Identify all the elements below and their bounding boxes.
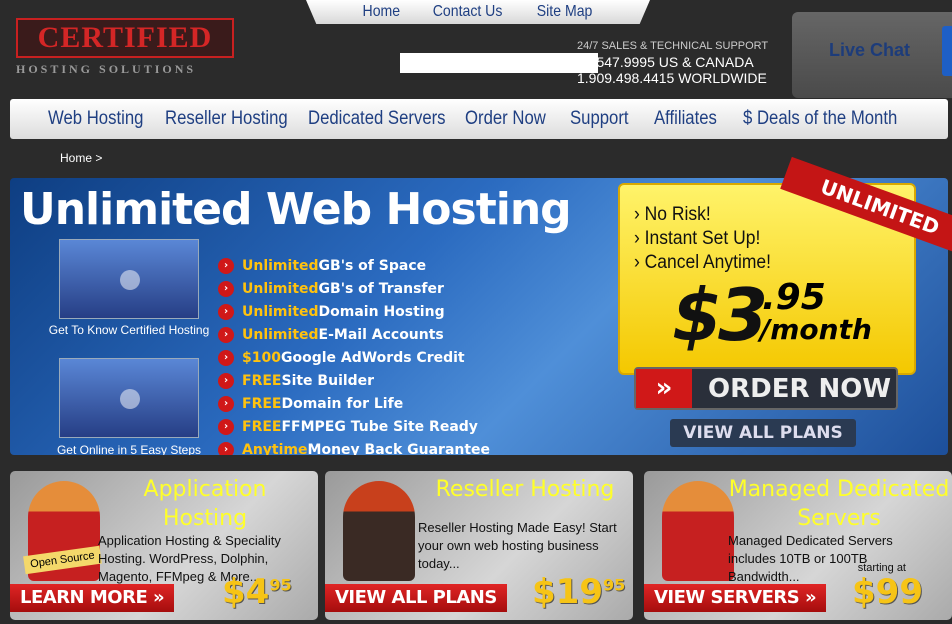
feature-item: › FREE FFMPEG Tube Site Ready <box>218 415 490 438</box>
feature-item: › FREE Site Builder <box>218 369 490 392</box>
card-title: Reseller Hosting <box>435 477 615 502</box>
view-servers-button[interactable]: VIEW SERVERS » <box>644 584 827 612</box>
logo[interactable]: CERTIFIED HOSTING SOLUTIONS <box>16 18 234 80</box>
order-now-button[interactable]: » ORDER NOW <box>634 367 898 410</box>
support-label: 24/7 SALES & TECHNICAL SUPPORT <box>577 40 769 52</box>
top-link-sitemap[interactable]: Site Map <box>537 3 593 21</box>
video-caption[interactable]: Get Online in 5 Easy Steps <box>44 442 214 455</box>
nav-reseller-hosting[interactable]: Reseller Hosting <box>165 108 294 130</box>
nav-affiliates[interactable]: Affiliates <box>654 108 736 130</box>
card-title: Application Hosting <box>143 477 267 531</box>
phone-world: 1.909.498.4415 WORLDWIDE <box>577 70 767 86</box>
card-application-hosting: Open Source Application Hosting Applicat… <box>10 471 318 620</box>
feature-item: › FREE Domain for Life <box>218 392 490 415</box>
redaction-box <box>400 53 598 73</box>
nav-dedicated-servers[interactable]: Dedicated Servers <box>308 108 450 130</box>
promo-price: $3 <box>672 273 768 357</box>
card-reseller-hosting: Reseller Hosting Reseller Hosting Made E… <box>325 471 633 620</box>
arrow-bullet-icon: › <box>218 418 234 435</box>
play-icon <box>120 270 140 290</box>
arrow-bullet-icon: › <box>218 326 234 343</box>
arrow-bullet-icon: › <box>218 257 234 274</box>
nav-deals[interactable]: $ Deals of the Month <box>743 108 897 130</box>
play-icon <box>120 389 140 409</box>
arrow-bullet-icon: › <box>218 349 234 366</box>
arrow-bullet-icon: › <box>218 395 234 412</box>
feature-item: › Unlimited GB's of Space <box>218 254 490 277</box>
video-thumbnail[interactable] <box>59 239 199 319</box>
arrow-bullet-icon: › <box>218 280 234 297</box>
main-nav: Web Hosting Reseller Hosting Dedicated S… <box>10 99 948 139</box>
card-price: $495 <box>222 572 292 612</box>
card-title: Managed Dedicated Servers <box>728 477 950 531</box>
mascot-illustration <box>343 481 415 581</box>
logo-subtitle: HOSTING SOLUTIONS <box>16 62 197 76</box>
top-link-contact[interactable]: Contact Us <box>433 3 503 21</box>
live-chat-button[interactable]: Live Chat <box>792 12 952 98</box>
card-price: $1995 <box>532 572 626 612</box>
double-chevron-icon: » <box>636 369 692 408</box>
video-caption[interactable]: Get To Know Certified Hosting <box>44 322 214 339</box>
feature-list: › Unlimited GB's of Space › Unlimited GB's … <box>218 254 490 455</box>
feature-item: › Unlimited E-Mail Accounts <box>218 323 490 346</box>
chat-icon <box>942 26 952 76</box>
feature-item: › Unlimited GB's of Transfer <box>218 277 490 300</box>
support-info: 24/7 SALES & TECHNICAL SUPPORT 00.547.99… <box>577 38 768 86</box>
live-chat-label: Live Chat <box>829 40 911 60</box>
promo-bullet: › No Risk! <box>634 204 711 225</box>
nav-web-hosting[interactable]: Web Hosting <box>48 108 154 130</box>
promo-bullet: › Instant Set Up! <box>634 228 761 249</box>
view-all-plans-button[interactable]: VIEW ALL PLANS <box>325 584 507 612</box>
arrow-bullet-icon: › <box>218 441 234 455</box>
card-price: $99 <box>852 572 923 612</box>
video-thumbnail[interactable] <box>59 358 199 438</box>
arrow-bullet-icon: › <box>218 303 234 320</box>
nav-order-now[interactable]: Order Now <box>465 108 561 130</box>
feature-item: › Unlimited Domain Hosting <box>218 300 490 323</box>
nav-support[interactable]: Support <box>570 108 647 130</box>
card-description: Reseller Hosting Made Easy! Start your o… <box>418 520 617 571</box>
learn-more-button[interactable]: LEARN MORE » <box>10 584 175 612</box>
view-all-plans-button[interactable]: VIEW ALL PLANS <box>670 419 856 447</box>
promo-bullet: › Cancel Anytime! <box>634 252 771 273</box>
breadcrumb[interactable]: Home > <box>60 151 102 165</box>
top-links: Home Contact Us Site Map <box>306 0 650 24</box>
arrow-bullet-icon: › <box>218 372 234 389</box>
promo-per: /month <box>760 313 872 346</box>
hero-title: Unlimited Web Hosting <box>20 184 572 235</box>
card-managed-dedicated: Managed Dedicated Servers Managed Dedica… <box>644 471 952 620</box>
promo-cents: .95 <box>762 277 826 318</box>
logo-title: CERTIFIED <box>16 18 234 58</box>
phone-us: 00.547.9995 US & CANADA <box>577 54 754 70</box>
feature-item: › Anytime Money Back Guarantee <box>218 438 490 455</box>
top-link-home[interactable]: Home <box>362 3 400 21</box>
feature-item: › $100 Google AdWords Credit <box>218 346 490 369</box>
